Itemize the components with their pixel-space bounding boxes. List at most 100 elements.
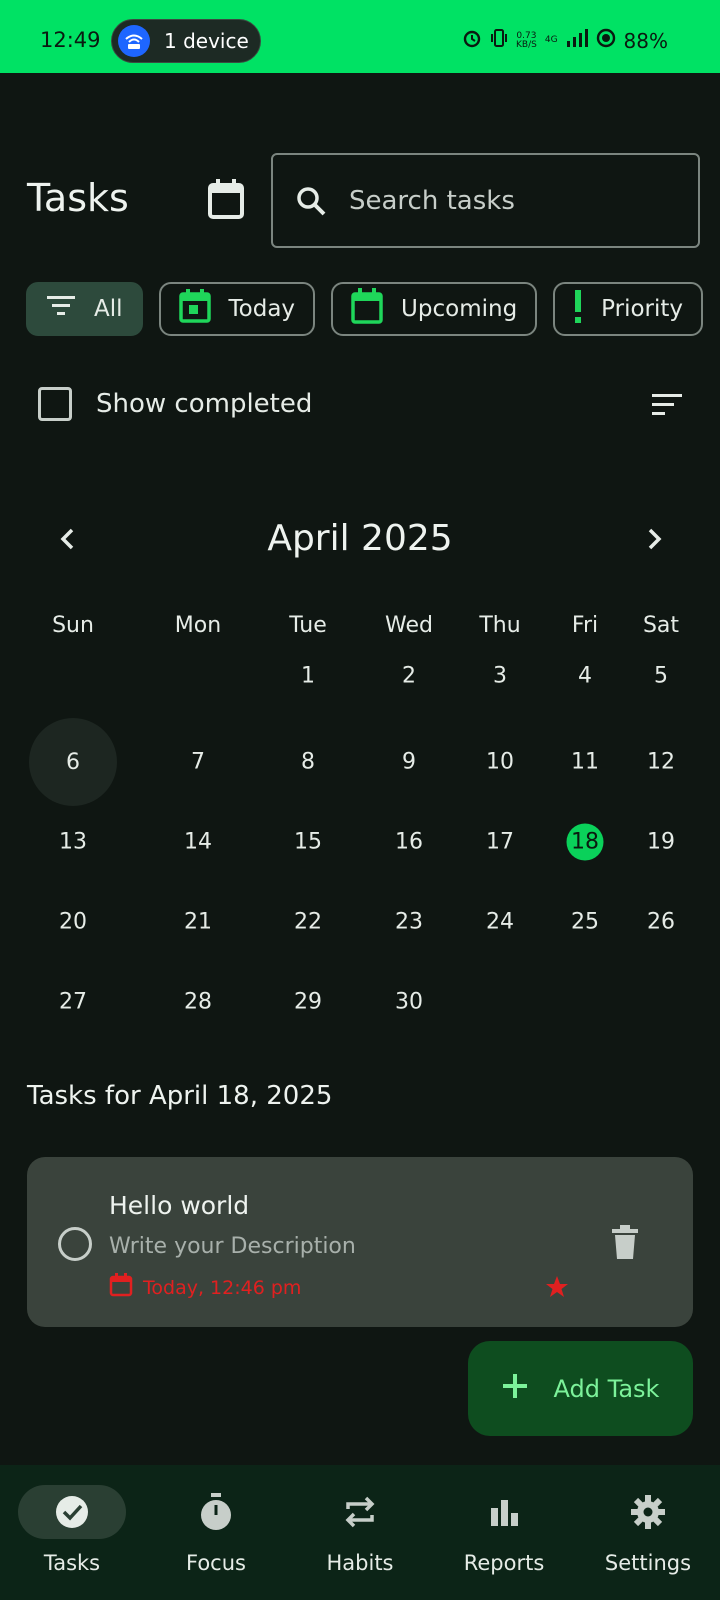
filter-chip-priority[interactable]: Priority [553,282,704,336]
calendar-day-today[interactable]: 18 [566,823,604,861]
calendar-icon [208,179,244,219]
nav-item-reports[interactable]: Reports [432,1465,576,1600]
nav-item-settings[interactable]: Settings [576,1465,720,1600]
vibrate-icon [490,28,508,53]
nav-item-tasks[interactable]: Tasks [0,1465,144,1600]
calendar-day[interactable]: 7 [191,750,205,775]
alarm-icon [462,28,482,53]
network-type: 4G [544,35,558,45]
show-completed-checkbox[interactable] [38,387,72,421]
calendar-day[interactable]: 1 [301,664,315,689]
calendar-day[interactable]: 21 [184,910,212,935]
search-input[interactable]: Search tasks [271,153,700,248]
calendar-icon [351,288,383,330]
calendar-day[interactable]: 20 [59,910,87,935]
filter-chip-label: Today [228,296,296,322]
filter-chip-label: Upcoming [401,296,518,322]
weekday-label: Sun [52,613,94,638]
bar-chart-icon [450,1485,558,1539]
filter-chips: All Today Upcoming Priority [26,282,706,338]
calendar-day[interactable]: 3 [493,664,507,689]
calendar-day[interactable]: 28 [184,990,212,1015]
network-speed: 0.73 KB/S [516,31,537,50]
calendar-today-icon [178,289,211,329]
trash-icon [612,1225,638,1259]
next-month-button[interactable] [640,525,668,553]
calendar-day[interactable]: 4 [578,664,592,689]
weekday-label: Sat [642,613,680,638]
plus-icon [502,1373,528,1405]
calendar-day[interactable]: 9 [402,750,416,775]
nav-label: Habits [326,1551,394,1575]
add-task-label: Add Task [553,1374,660,1403]
tasks-section-title: Tasks for April 18, 2025 [27,1081,333,1111]
filter-chip-label: Priority [601,296,684,322]
calendar-day[interactable]: 22 [294,910,322,935]
weekday-label: Thu [479,613,521,638]
nav-label: Reports [463,1551,545,1575]
task-card[interactable]: Hello world Write your Description Today… [27,1157,693,1327]
weekday-label: Mon [174,613,222,638]
task-complete-checkbox[interactable] [58,1227,92,1261]
calendar-day[interactable]: 5 [654,664,668,689]
calendar-day[interactable]: 6 [29,718,117,806]
filter-chip-upcoming[interactable]: Upcoming [331,282,538,336]
calendar-day[interactable]: 16 [395,830,423,855]
nav-label: Settings [604,1551,692,1575]
calendar-day[interactable]: 25 [571,910,599,935]
calendar-day[interactable]: 15 [294,830,322,855]
speed-unit: KB/S [516,39,537,50]
hotspot-icon [118,25,150,57]
calendar-day[interactable]: 8 [301,750,315,775]
calendar-day[interactable]: 13 [59,830,87,855]
status-time: 12:49 [40,28,101,52]
weekday-label: Fri [571,613,599,638]
gear-icon [594,1485,702,1539]
calendar-day[interactable]: 10 [486,750,514,775]
task-description: Write your Description [109,1234,356,1259]
nav-item-habits[interactable]: Habits [288,1465,432,1600]
battery-percent: 88% [623,28,668,53]
search-placeholder: Search tasks [349,185,515,216]
chevron-right-icon [648,528,662,550]
calendar-day[interactable]: 11 [571,750,599,775]
weekday-label: Wed [385,613,433,638]
timer-icon [162,1485,270,1539]
search-icon [295,185,327,217]
calendar-day[interactable]: 14 [184,830,212,855]
page-title: Tasks [27,176,129,220]
calendar-month-label: April 2025 [267,518,453,559]
devices-pill[interactable]: 1 device [111,19,261,63]
task-due: Today, 12:46 pm [109,1273,301,1302]
calendar-day[interactable]: 23 [395,910,423,935]
calendar-day[interactable]: 24 [486,910,514,935]
task-due-text: Today, 12:46 pm [143,1276,302,1299]
sort-button[interactable] [650,392,684,418]
check-circle-icon [18,1485,126,1539]
calendar-day[interactable]: 19 [647,830,675,855]
calendar-day[interactable]: 17 [486,830,514,855]
show-completed-toggle[interactable]: Show completed [38,387,312,421]
devices-pill-label: 1 device [164,29,249,53]
calendar-day[interactable]: 30 [395,990,423,1015]
delete-task-button[interactable] [611,1225,639,1259]
filter-icon [46,295,76,323]
star-icon[interactable] [545,1275,569,1299]
nav-item-focus[interactable]: Focus [144,1465,288,1600]
priority-icon [573,289,583,329]
bottom-navigation: Tasks Focus Habits Reports Settings [0,1465,720,1600]
task-title: Hello world [109,1191,250,1220]
calendar-day[interactable]: 26 [647,910,675,935]
calendar-day[interactable]: 12 [647,750,675,775]
filter-chip-label: All [94,296,123,322]
add-task-button[interactable]: Add Task [468,1341,693,1436]
battery-icon [596,28,616,53]
calendar-day[interactable]: 29 [294,990,322,1015]
calendar-day[interactable]: 27 [59,990,87,1015]
filter-chip-today[interactable]: Today [158,282,316,336]
calendar-day[interactable]: 2 [402,664,416,689]
filter-chip-all[interactable]: All [26,282,143,336]
sort-icon [652,394,682,415]
repeat-icon [306,1485,414,1539]
calendar-toggle-button[interactable] [206,178,246,220]
